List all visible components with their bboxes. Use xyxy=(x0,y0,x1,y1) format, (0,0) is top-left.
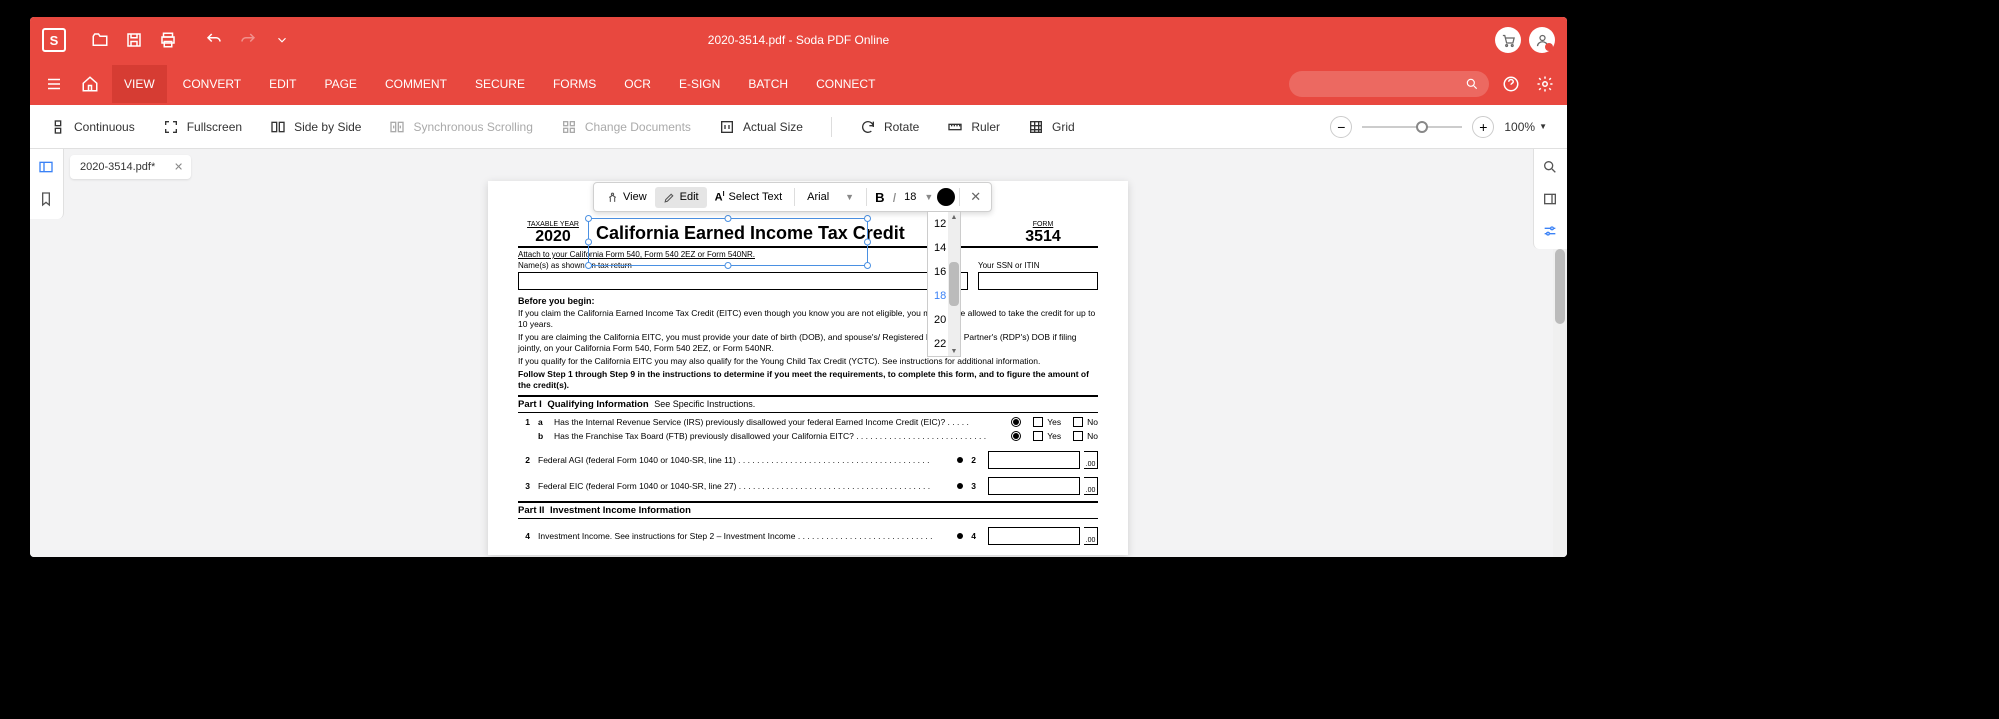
dropdown-scrollbar[interactable]: ▲ ▼ xyxy=(948,212,960,356)
form-number: 3514 xyxy=(988,228,1098,246)
right-rail xyxy=(1533,149,1567,249)
sync-scroll-tool: Synchronous Scrolling xyxy=(389,119,532,135)
settings-icon[interactable] xyxy=(1533,72,1557,96)
zoom-value[interactable]: 100%▼ xyxy=(1504,120,1547,134)
window-title: 2020-3514.pdf - Soda PDF Online xyxy=(708,33,889,47)
tab-strip: 2020-3514.pdf* ✕ xyxy=(70,155,191,179)
grid-tool[interactable]: Grid xyxy=(1028,119,1075,135)
actual-size-tool[interactable]: Actual Size xyxy=(719,119,803,135)
menu-convert[interactable]: CONVERT xyxy=(171,65,253,103)
close-tab-icon[interactable]: ✕ xyxy=(174,161,183,174)
print-icon[interactable] xyxy=(154,26,182,54)
search-input[interactable] xyxy=(1289,71,1489,97)
redo-icon xyxy=(234,26,262,54)
text-edit-toolbar: View Edit AI Select Text Arial▼ B I 18▼ … xyxy=(593,182,992,212)
q2-amount-input[interactable] xyxy=(988,451,1080,469)
save-icon[interactable] xyxy=(120,26,148,54)
user-icon[interactable] xyxy=(1529,27,1555,53)
zoom-out-button[interactable]: − xyxy=(1330,116,1352,138)
app-logo[interactable]: S xyxy=(42,28,66,52)
home-icon[interactable] xyxy=(76,70,104,98)
cart-icon[interactable] xyxy=(1495,27,1521,53)
paragraph-2: If you are claiming the California EITC,… xyxy=(518,332,1098,354)
ssn-input[interactable] xyxy=(978,272,1098,290)
q1b-yes-checkbox[interactable] xyxy=(1033,431,1043,441)
question-2: 2 Federal AGI (federal Form 1040 or 1040… xyxy=(518,451,1098,469)
part1-bar: Part I Qualifying Information See Specif… xyxy=(518,395,1098,413)
sidebyside-tool[interactable]: Side by Side xyxy=(270,119,361,135)
question-4: 4 Investment Income. See instructions fo… xyxy=(518,527,1098,545)
hamburger-icon[interactable] xyxy=(40,70,68,98)
change-docs-tool: Change Documents xyxy=(561,119,691,135)
pdf-page: TAXABLE YEAR 2020 California Earned Inco… xyxy=(488,181,1128,555)
panel-rail-icon[interactable] xyxy=(1542,191,1560,209)
view-toolbar: Continuous Fullscreen Side by Side Synch… xyxy=(30,105,1567,149)
menu-bar: VIEW CONVERT EDIT PAGE COMMENT SECURE FO… xyxy=(30,63,1567,105)
menu-connect[interactable]: CONNECT xyxy=(804,65,887,103)
q1a-radio[interactable] xyxy=(1011,417,1021,427)
text-selection-box[interactable] xyxy=(588,218,868,266)
edit-mode-button[interactable]: Edit xyxy=(655,187,707,208)
bold-button[interactable]: B xyxy=(871,190,888,205)
paragraph-3: If you qualify for the California EITC y… xyxy=(518,356,1098,367)
search-rail-icon[interactable] xyxy=(1542,159,1560,177)
q1a-no-checkbox[interactable] xyxy=(1073,417,1083,427)
text-color-swatch[interactable] xyxy=(937,188,955,206)
bookmarks-icon[interactable] xyxy=(38,191,56,209)
menu-forms[interactable]: FORMS xyxy=(541,65,608,103)
left-rail xyxy=(30,149,64,219)
view-mode-button[interactable]: View xyxy=(598,187,655,208)
title-bar: S 2020-3514.pdf - Soda PDF Online xyxy=(30,17,1567,63)
menu-secure[interactable]: SECURE xyxy=(463,65,537,103)
continuous-tool[interactable]: Continuous xyxy=(50,119,135,135)
app-window: S 2020-3514.pdf - Soda PDF Online xyxy=(30,17,1567,557)
vertical-scrollbar[interactable] xyxy=(1553,249,1567,557)
question-1a: 1a Has the Internal Revenue Service (IRS… xyxy=(518,417,1098,427)
taxable-year-label: TAXABLE YEAR xyxy=(518,221,588,228)
sliders-rail-icon[interactable] xyxy=(1542,223,1560,241)
before-begin-heading: Before you begin: xyxy=(518,296,1098,306)
panels-icon[interactable] xyxy=(38,159,56,177)
menu-ocr[interactable]: OCR xyxy=(612,65,663,103)
ruler-tool[interactable]: Ruler xyxy=(947,119,1000,135)
open-file-icon[interactable] xyxy=(86,26,114,54)
more-icon[interactable] xyxy=(268,26,296,54)
help-icon[interactable] xyxy=(1499,72,1523,96)
menu-batch[interactable]: BATCH xyxy=(736,65,800,103)
q3-amount-input[interactable] xyxy=(988,477,1080,495)
font-selector[interactable]: Arial▼ xyxy=(799,187,862,207)
menu-esign[interactable]: E-SIGN xyxy=(667,65,732,103)
rotate-tool[interactable]: Rotate xyxy=(860,119,919,135)
zoom-slider[interactable] xyxy=(1362,126,1462,128)
q1a-yes-checkbox[interactable] xyxy=(1033,417,1043,427)
menu-edit[interactable]: EDIT xyxy=(257,65,308,103)
font-size-dropdown: 12 14 16 18 20 22 ▲ ▼ xyxy=(927,211,961,357)
undo-icon[interactable] xyxy=(200,26,228,54)
name-input[interactable] xyxy=(518,272,968,290)
menu-view[interactable]: VIEW xyxy=(112,65,167,103)
question-3: 3 Federal EIC (federal Form 1040 or 1040… xyxy=(518,477,1098,495)
ssn-label: Your SSN or ITIN xyxy=(978,261,1098,270)
fullscreen-tool[interactable]: Fullscreen xyxy=(163,119,242,135)
q4-amount-input[interactable] xyxy=(988,527,1080,545)
select-text-button[interactable]: AI Select Text xyxy=(707,187,791,208)
tax-year: 2020 xyxy=(518,228,588,246)
close-editbar-icon[interactable]: ✕ xyxy=(964,189,987,205)
document-area: 2020-3514.pdf* ✕ TAXABLE YEAR 2020 xyxy=(30,149,1567,557)
menu-page[interactable]: PAGE xyxy=(312,65,368,103)
q1b-no-checkbox[interactable] xyxy=(1073,431,1083,441)
italic-button[interactable]: I xyxy=(888,190,900,205)
q1b-radio[interactable] xyxy=(1011,431,1021,441)
document-tab[interactable]: 2020-3514.pdf* ✕ xyxy=(70,155,191,179)
zoom-in-button[interactable]: + xyxy=(1472,116,1494,138)
form-label: FORM xyxy=(988,221,1098,228)
paragraph-4: Follow Step 1 through Step 9 in the inst… xyxy=(518,369,1098,391)
font-size-selector[interactable]: 18▼ xyxy=(900,187,937,207)
menu-comment[interactable]: COMMENT xyxy=(373,65,459,103)
paragraph-1: If you claim the California Earned Incom… xyxy=(518,308,1098,330)
question-1b: b Has the Franchise Tax Board (FTB) prev… xyxy=(518,431,1098,441)
part2-bar: Part II Investment Income Information xyxy=(518,501,1098,519)
